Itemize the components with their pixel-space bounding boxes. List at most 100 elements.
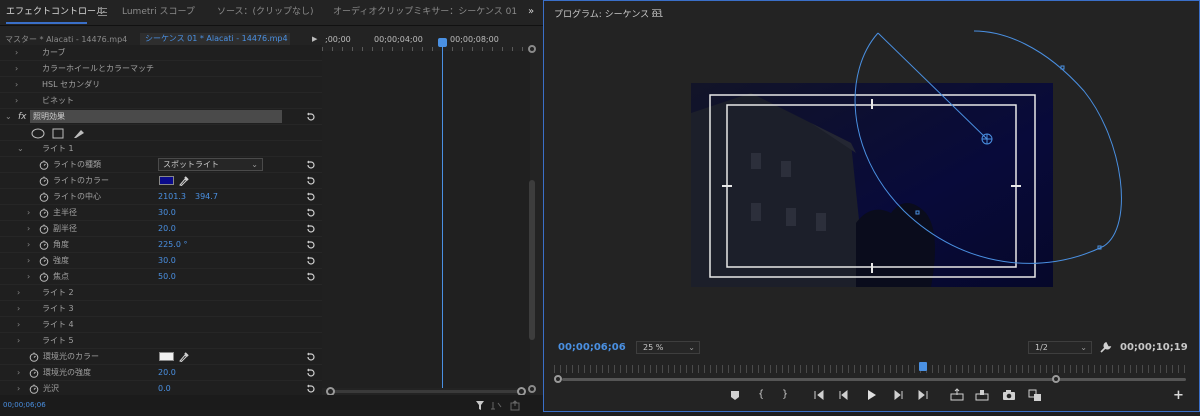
tab-lumetri-scopes[interactable]: Lumetri スコープ [122, 0, 195, 26]
reset-icon[interactable] [306, 253, 318, 269]
play-icon[interactable] [864, 388, 878, 402]
stopwatch-icon[interactable] [39, 256, 49, 266]
minor-radius-value[interactable]: 20.0 [158, 221, 176, 237]
wrench-icon[interactable] [1100, 341, 1113, 353]
playback-resolution-dropdown[interactable]: 1/2 ⌄ [1028, 341, 1092, 354]
scroll-knob-bottom[interactable] [528, 385, 536, 393]
row-hsl-secondary[interactable]: › HSL セカンダリ [0, 77, 322, 93]
row-light-1[interactable]: ⌄ ライト 1 [0, 141, 322, 157]
spotlight-ellipse-handle[interactable] [854, 30, 1122, 264]
step-back-icon[interactable] [837, 388, 851, 402]
light-color-swatch[interactable] [159, 176, 174, 185]
lift-icon[interactable] [950, 388, 964, 402]
effect-name[interactable]: 照明効果 [30, 110, 282, 123]
chevron-right-icon[interactable]: › [15, 93, 18, 109]
zoom-level-dropdown[interactable]: 25 % ⌄ [636, 341, 700, 354]
add-button-icon[interactable]: + [1173, 388, 1184, 403]
eyedropper-icon[interactable] [179, 175, 189, 186]
reset-icon[interactable] [306, 221, 318, 237]
monitor-time-ruler[interactable] [554, 365, 1190, 373]
stopwatch-icon[interactable] [29, 368, 39, 378]
stopwatch-icon[interactable] [39, 208, 49, 218]
stopwatch-icon[interactable] [29, 384, 39, 394]
tab-audio-clip-mixer[interactable]: オーディオクリップミキサー：シーケンス 01 [333, 0, 517, 26]
effect-overlay[interactable] [544, 1, 1199, 331]
row-lighting-effect[interactable]: ⌄ fx 照明効果 [0, 109, 322, 125]
timeline-tool-icons[interactable] [475, 400, 525, 411]
angle-value[interactable]: 225.0 ° [158, 237, 187, 253]
reset-icon[interactable] [306, 269, 318, 285]
chevron-right-icon[interactable]: › [17, 317, 20, 333]
panel-menu-icon[interactable] [98, 8, 107, 16]
major-radius-value[interactable]: 30.0 [158, 205, 176, 221]
row-focus[interactable]: › 焦点 50.0 [0, 269, 322, 285]
stopwatch-icon[interactable] [39, 240, 49, 250]
monitor-playhead[interactable] [918, 362, 927, 371]
scroll-thumb[interactable] [529, 180, 535, 340]
stopwatch-icon[interactable] [39, 160, 49, 170]
light-center-y-value[interactable]: 394.7 [195, 189, 218, 205]
playhead-timecode[interactable]: 00;00;06;06 [558, 342, 626, 353]
stopwatch-icon[interactable] [39, 176, 49, 186]
extract-icon[interactable] [975, 388, 989, 402]
row-light-center[interactable]: ライトの中心 2101.3 394.7 [0, 189, 322, 205]
chevron-right-icon[interactable]: › [15, 45, 18, 61]
reset-icon[interactable] [306, 189, 318, 205]
playhead-handle[interactable] [438, 38, 447, 47]
go-to-out-icon[interactable] [916, 388, 930, 402]
chevron-right-icon[interactable]: › [27, 221, 30, 237]
row-light-5[interactable]: › ライト 5 [0, 333, 322, 349]
chevron-right-icon[interactable]: › [27, 205, 30, 221]
row-major-radius[interactable]: › 主半径 30.0 [0, 205, 322, 221]
eyedropper-icon[interactable] [179, 351, 189, 362]
scroll-handle-right[interactable] [1052, 375, 1060, 383]
stopwatch-icon[interactable] [29, 352, 39, 362]
export-frame-camera-icon[interactable] [1002, 388, 1016, 402]
chevron-right-icon[interactable]: › [27, 237, 30, 253]
stopwatch-icon[interactable] [39, 272, 49, 282]
chevron-right-icon[interactable]: › [17, 333, 20, 349]
row-color-wheels[interactable]: › カラーホイールとカラーマッチ [0, 61, 322, 77]
timeline-ruler[interactable]: ;00;00 00;00;04;00 00;00;08;00 [322, 33, 530, 51]
reset-icon[interactable] [306, 173, 318, 189]
scroll-handle-left[interactable] [554, 375, 562, 383]
chevron-right-icon[interactable]: › [17, 365, 20, 381]
stopwatch-icon[interactable] [39, 192, 49, 202]
ambient-intensity-value[interactable]: 20.0 [158, 365, 176, 381]
reset-icon[interactable] [306, 109, 318, 125]
sequence-clip-label[interactable]: シーケンス 01 * Alacati - 14476.mp4 [140, 33, 290, 45]
chevron-right-icon[interactable]: › [17, 381, 20, 395]
row-light-4[interactable]: › ライト 4 [0, 317, 322, 333]
mark-out-icon[interactable]: } [778, 388, 792, 402]
reset-icon[interactable] [306, 237, 318, 253]
light-type-dropdown[interactable]: スポットライト ⌄ [158, 158, 263, 171]
row-intensity[interactable]: › 強度 30.0 [0, 253, 322, 269]
stopwatch-icon[interactable] [39, 224, 49, 234]
chevron-right-icon[interactable]: › [27, 253, 30, 269]
gloss-value[interactable]: 0.0 [158, 381, 171, 395]
chevron-right-icon[interactable]: › [15, 61, 18, 77]
chevron-right-icon[interactable]: › [17, 285, 20, 301]
chevron-down-icon[interactable]: ⌄ [17, 141, 24, 157]
row-ambient-color[interactable]: 環境光のカラー [0, 349, 322, 365]
keyframe-lane[interactable] [322, 51, 530, 388]
focus-value[interactable]: 50.0 [158, 269, 176, 285]
monitor-zoom-scrollbar[interactable] [554, 375, 1194, 384]
row-vignette[interactable]: › ビネット [0, 93, 322, 109]
chevron-right-icon[interactable]: › [15, 77, 18, 93]
intensity-value[interactable]: 30.0 [158, 253, 176, 269]
row-gloss[interactable]: › 光沢 0.0 [0, 381, 322, 395]
mark-in-icon[interactable]: { [754, 388, 768, 402]
row-ambient-intensity[interactable]: › 環境光の強度 20.0 [0, 365, 322, 381]
master-clip-label[interactable]: マスター * Alacati - 14476.mp4 [5, 34, 127, 45]
chevron-right-icon[interactable]: › [17, 301, 20, 317]
row-curves[interactable]: › カーブ [0, 45, 322, 61]
compare-view-icon[interactable] [1028, 388, 1042, 402]
go-to-in-icon[interactable] [812, 388, 826, 402]
reset-icon[interactable] [306, 365, 318, 381]
row-light-2[interactable]: › ライト 2 [0, 285, 322, 301]
reset-icon[interactable] [306, 157, 318, 173]
row-light-color[interactable]: ライトのカラー [0, 173, 322, 189]
row-light-type[interactable]: ライトの種類 スポットライト ⌄ [0, 157, 322, 173]
ambient-color-swatch[interactable] [159, 352, 174, 361]
